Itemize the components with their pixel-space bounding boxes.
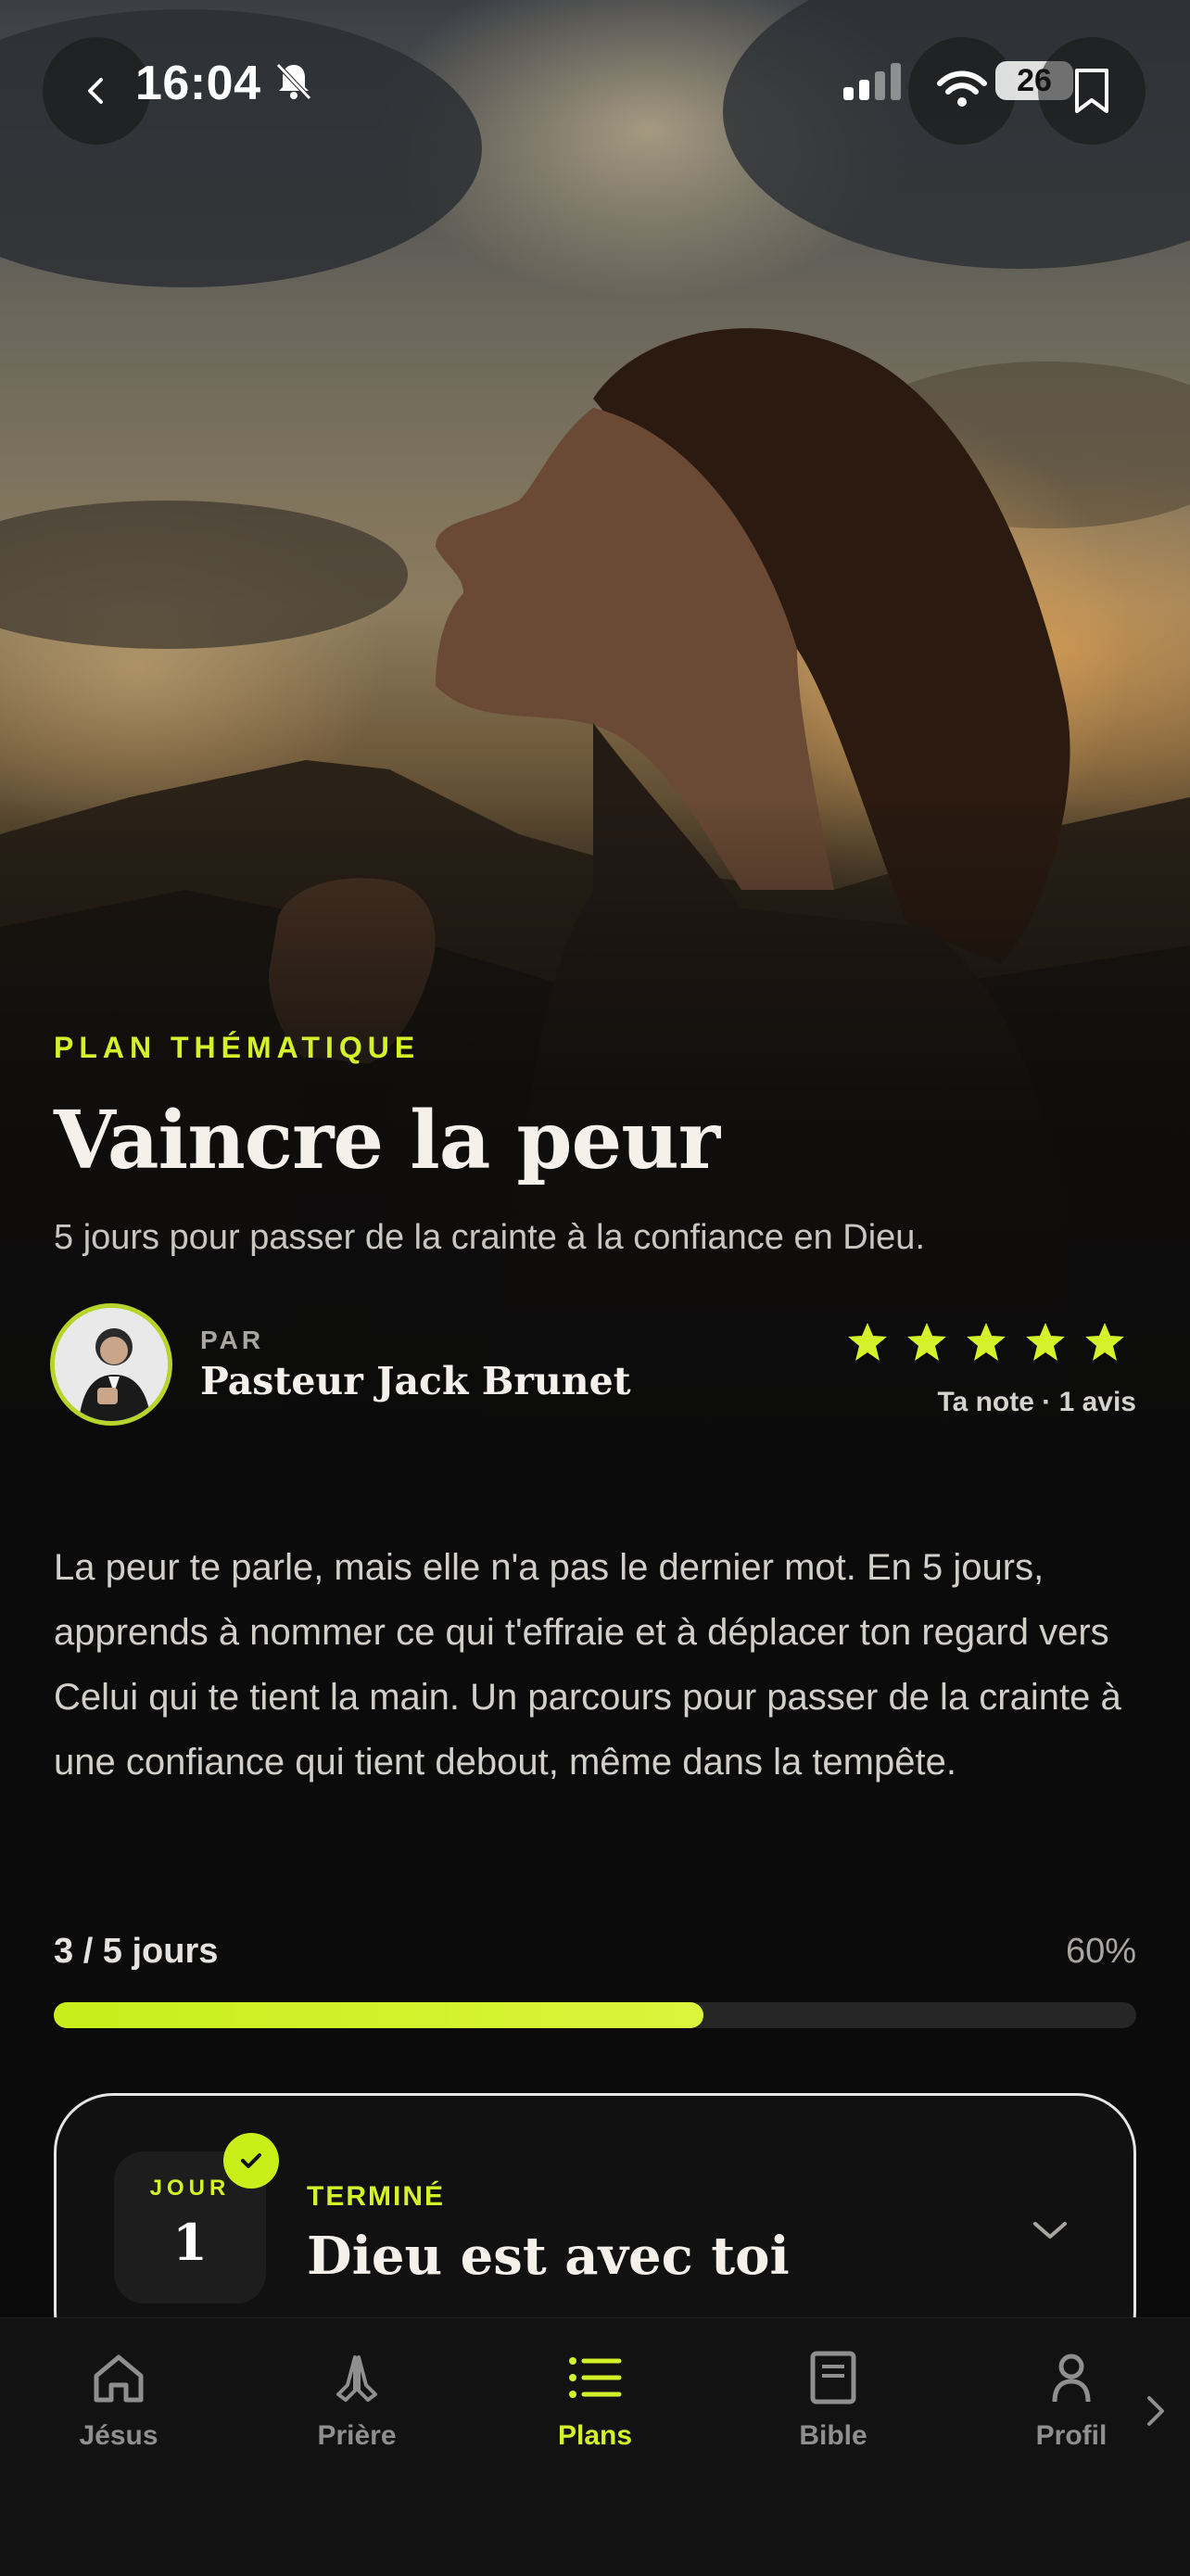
plan-description: La peur te parle, mais elle n'a pas le d… <box>54 1547 1121 1783</box>
plan-title: Vaincre la peur <box>54 1094 720 1187</box>
tab-priere[interactable]: Prière <box>264 2341 449 2480</box>
home-icon <box>94 2354 144 2403</box>
chevron-down-icon[interactable] <box>1030 2216 1070 2244</box>
author-name[interactable]: Pasteur Jack Brunet <box>200 1359 631 1403</box>
author-prefix: PAR <box>200 1326 265 1354</box>
tab-bible[interactable]: Bible <box>741 2341 926 2480</box>
list-icon <box>569 2357 622 2398</box>
tab-jesus[interactable]: Jésus <box>26 2341 211 2480</box>
progress-label: 3 / 5 jours <box>54 1932 219 1971</box>
progress-bar <box>54 2002 1136 2028</box>
status-time: 16:04 <box>135 57 261 110</box>
back-button[interactable] <box>43 37 150 145</box>
author-photo <box>55 1308 168 1421</box>
progress-bar-fill <box>54 2002 703 2028</box>
star-icon[interactable] <box>1082 1320 1127 1364</box>
rating-stars[interactable] <box>845 1320 1127 1364</box>
tab-label: Prière <box>317 2420 397 2451</box>
star-icon[interactable] <box>964 1320 1008 1364</box>
star-icon[interactable] <box>905 1320 949 1364</box>
tab-profil[interactable]: Profil <box>979 2341 1164 2480</box>
bookmark-button[interactable] <box>1038 37 1146 145</box>
progress-percent: 60% <box>1065 1932 1136 1971</box>
wifi-icon <box>937 70 987 107</box>
praying-hands-icon <box>336 2355 377 2402</box>
star-icon[interactable] <box>1023 1320 1068 1364</box>
author-avatar[interactable] <box>50 1303 172 1426</box>
star-icon[interactable] <box>845 1320 890 1364</box>
cellular-signal-icon <box>843 63 901 100</box>
tab-label: Jésus <box>79 2420 158 2451</box>
check-icon <box>241 2153 261 2168</box>
completed-badge <box>223 2133 279 2189</box>
day-number: 1 <box>172 2213 208 2272</box>
book-icon <box>810 2351 856 2405</box>
chevron-left-icon <box>88 78 103 104</box>
plan-category: PLAN THÉMATIQUE <box>54 1031 421 1064</box>
bookmark-icon <box>1075 69 1108 113</box>
chevron-right-icon[interactable] <box>1142 2392 1170 2430</box>
bell-muted-icon <box>276 63 311 100</box>
rating-summary: Ta note · 1 avis <box>937 1387 1136 1417</box>
plan-subtitle: 5 jours pour passer de la crainte à la c… <box>54 1218 925 1257</box>
tab-label: Profil <box>1035 2420 1108 2451</box>
person-icon <box>1052 2354 1091 2403</box>
day-status: TERMINÉ <box>307 2181 445 2212</box>
day-title: Dieu est avec toi <box>307 2226 790 2287</box>
tab-bar: Jésus Prière Plans Bible Profil <box>0 2317 1190 2576</box>
tab-label: Plans <box>557 2420 633 2451</box>
tab-label: Bible <box>799 2420 867 2451</box>
tab-plans[interactable]: Plans <box>502 2341 688 2480</box>
